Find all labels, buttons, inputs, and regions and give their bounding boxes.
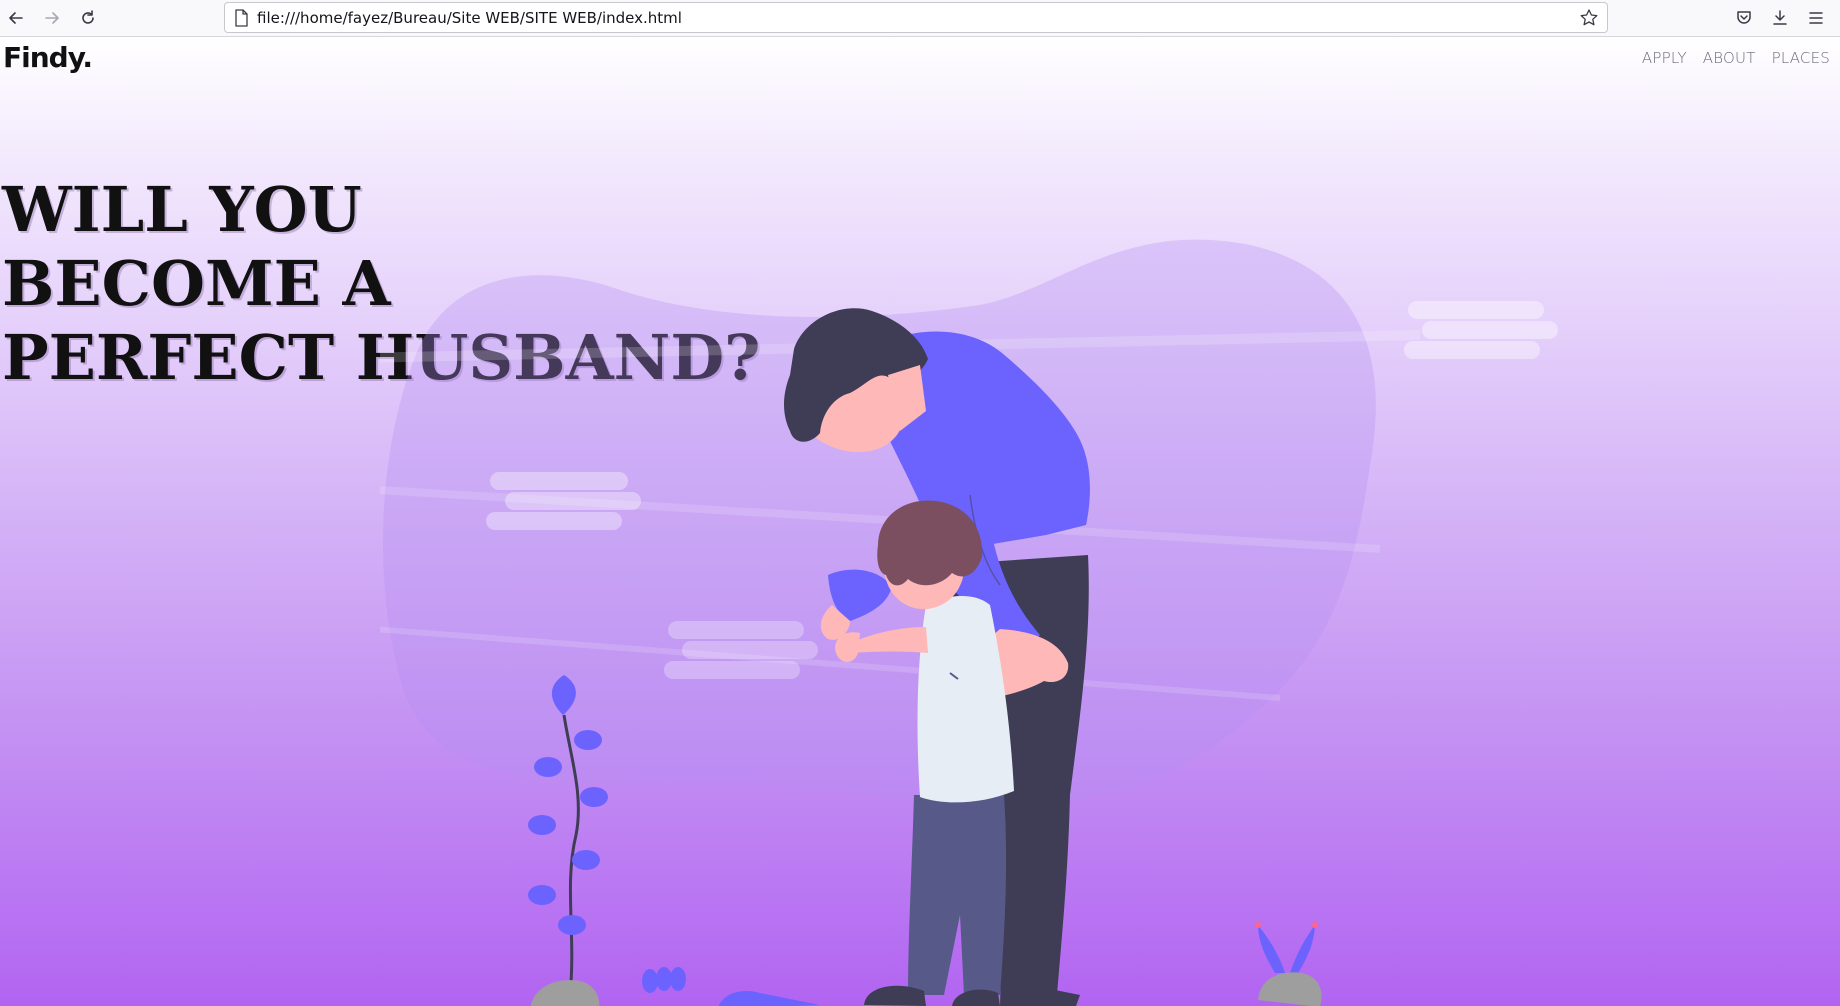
pocket-icon[interactable] [1732, 6, 1756, 30]
bookmark-star-icon[interactable] [1579, 8, 1599, 28]
cloud-right [1404, 301, 1558, 359]
blue-shoe [718, 991, 820, 1006]
cloud-middle [664, 621, 818, 679]
nav-apply-link[interactable]: APPLY [1642, 49, 1687, 67]
nav-places-link[interactable]: PLACES [1772, 49, 1830, 67]
back-icon[interactable] [4, 6, 28, 30]
father-and-son-illustration [380, 239, 1558, 1006]
site-logo[interactable]: Findy. [3, 41, 93, 74]
reload-icon[interactable] [76, 6, 100, 30]
plant-right [1255, 922, 1322, 1006]
browser-toolbar: file:///home/fayez/Bureau/Site WEB/SITE … [0, 0, 1840, 37]
forward-icon[interactable] [40, 6, 64, 30]
small-bush [642, 967, 686, 993]
url-bar[interactable]: file:///home/fayez/Bureau/Site WEB/SITE … [224, 2, 1608, 33]
menu-icon[interactable] [1804, 6, 1828, 30]
page-icon [235, 9, 248, 27]
nav-about-link[interactable]: ABOUT [1703, 49, 1756, 67]
page-viewport: Findy. APPLY ABOUT PLACES WILL YOU BECOM… [0, 37, 1840, 1006]
url-text[interactable]: file:///home/fayez/Bureau/Site WEB/SITE … [257, 9, 682, 27]
download-icon[interactable] [1768, 6, 1792, 30]
main-nav: APPLY ABOUT PLACES [1642, 49, 1830, 67]
cloud-left [486, 472, 641, 530]
